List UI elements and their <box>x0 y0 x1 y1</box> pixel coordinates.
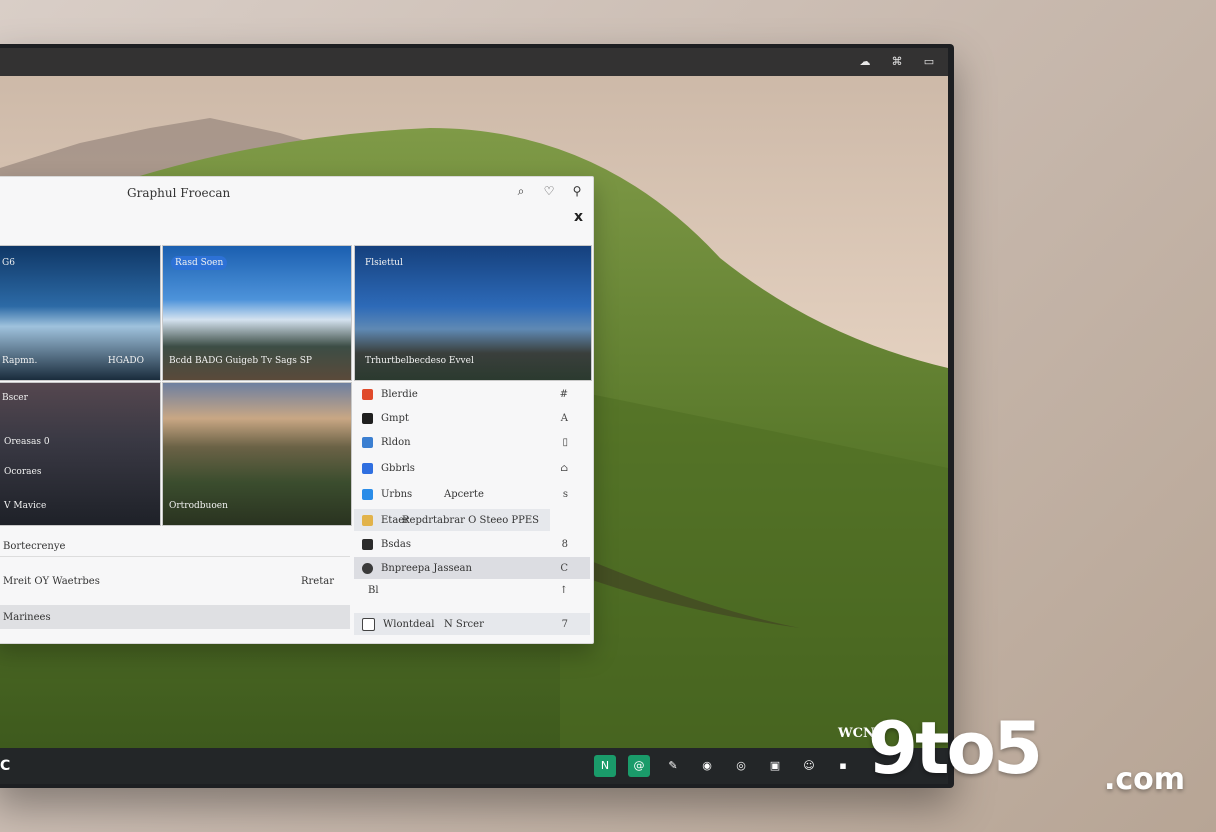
app-icon <box>362 388 373 400</box>
list-item[interactable]: Bnpreepa Jassean C <box>354 557 590 579</box>
window-title: Graphul Froecan <box>127 186 231 200</box>
list-item-label: Blerdie <box>381 388 418 400</box>
list-item-action-icon[interactable]: s <box>563 489 568 500</box>
taskbar-app-window-icon[interactable]: ▣ <box>764 755 786 777</box>
list-item[interactable]: Gbbrls ⌂ <box>354 457 590 479</box>
tile-caption: Bcdd BADG Guigeb Tv Sags SP <box>169 356 312 366</box>
tile-label: Bscer <box>2 393 28 403</box>
taskbar-app-smile-icon[interactable]: ☺ <box>798 755 820 777</box>
list-item[interactable]: Bortecrenye <box>0 537 350 557</box>
top-menu-bar: ☁ ⌘ ▭ <box>0 48 948 76</box>
list-item-label: Urbns <box>381 488 413 500</box>
tile-label: Rasd Soen <box>171 256 228 270</box>
list-item-label: Rldon <box>381 436 411 448</box>
start-button[interactable]: C <box>0 758 10 774</box>
heart-icon[interactable]: ♡ <box>541 183 557 199</box>
tile-row: Ocoraes <box>4 467 42 477</box>
list-item[interactable]: Etaer Repdrtabrar O Steeo PPES <box>354 509 550 531</box>
app-icon <box>362 412 373 424</box>
list-item[interactable]: Marinees <box>0 605 350 629</box>
list-item-action-icon[interactable]: ⌂ <box>560 463 568 474</box>
network-icon[interactable]: ⌘ <box>890 55 904 69</box>
list-item-label: Gbbrls <box>381 462 415 474</box>
list-item[interactable]: Mreit OY Waetrbes Rretar <box>0 567 350 595</box>
app-list: Blerdie # Gmpt A Rldon ▯ Gbbrls ⌂ Urbns … <box>354 383 590 639</box>
taskbar-app-circle-icon[interactable]: ◉ <box>696 755 718 777</box>
photo-tile-5[interactable]: Ortrodbuoen <box>162 382 352 526</box>
tile-caption: Rapmn. <box>2 356 38 366</box>
watermark-suffix: .com <box>1104 762 1186 797</box>
taskbar-app-square-icon[interactable]: ▪ <box>832 755 854 777</box>
taskbar: C N @ ✎ ◉ ◎ ▣ ☺ ▪ <box>0 748 948 784</box>
tile-caption: Trhurtbelbecdeso Evvel <box>365 356 474 366</box>
app-icon <box>362 538 373 550</box>
list-item-label: Bortecrenye <box>3 541 66 552</box>
list-item-detail: Repdrtabrar O Steeo PPES <box>402 514 540 526</box>
list-item-action-icon[interactable]: ▯ <box>562 437 568 448</box>
app-window: Graphul Froecan ⌕ ♡ ⚲ x G6 Rapmn. HGADO … <box>0 176 594 644</box>
app-icon <box>362 562 373 574</box>
app-icon <box>362 462 373 474</box>
app-icon <box>362 488 373 500</box>
list-item-action-icon[interactable]: ↑ <box>560 585 568 596</box>
tile-caption-right: HGADO <box>107 356 144 366</box>
tile-caption: Ortrodbuoen <box>169 501 228 511</box>
watermark-text: 9to5 <box>868 706 1043 790</box>
list-item[interactable]: Wlontdeal N Srcer 7 <box>354 613 590 635</box>
tile-row: Oreasas 0 <box>4 437 50 447</box>
cloud-icon[interactable]: ☁ <box>858 55 872 69</box>
list-item-label: Wlontdeal <box>383 618 435 630</box>
battery-icon[interactable]: ▭ <box>922 55 936 69</box>
list-item-action-icon[interactable]: 8 <box>562 539 568 550</box>
taskbar-app-ring-icon[interactable]: ◎ <box>730 755 752 777</box>
list-item-label: Marinees <box>3 611 51 623</box>
tile-label: G6 <box>2 258 15 268</box>
taskbar-apps: N @ ✎ ◉ ◎ ▣ ☺ ▪ <box>594 755 854 777</box>
list-item-action-icon[interactable]: 7 <box>562 619 568 630</box>
photo-tile-3[interactable]: Flsiettul Trhurtbelbecdeso Evvel <box>354 245 592 381</box>
list-item[interactable]: Urbns Apcerte s <box>354 483 590 505</box>
list-item-action-icon[interactable]: A <box>561 413 568 424</box>
app-icon <box>362 514 373 526</box>
list-item-label: Bsdas <box>381 538 411 550</box>
tile-label: Flsiettul <box>365 258 403 268</box>
app-icon <box>362 436 373 448</box>
list-item-label: Mreit OY Waetrbes <box>3 575 100 587</box>
list-item-detail: Apcerte <box>444 488 484 500</box>
taskbar-app-notes-icon[interactable]: N <box>594 755 616 777</box>
search-icon[interactable]: ⌕ <box>513 183 529 199</box>
location-icon[interactable]: ⚲ <box>569 183 585 199</box>
app-icon <box>362 617 375 631</box>
photo-tile-4[interactable]: Bscer Oreasas 0 Ocoraes V Mavice <box>0 382 161 526</box>
photo-tile-2[interactable]: Rasd Soen Bcdd BADG Guigeb Tv Sags SP <box>162 245 352 381</box>
window-toolbar: ⌕ ♡ ⚲ <box>513 183 585 199</box>
photo-tile-1[interactable]: G6 Rapmn. HGADO <box>0 245 161 381</box>
taskbar-app-edit-icon[interactable]: ✎ <box>662 755 684 777</box>
list-item[interactable]: Bsdas 8 <box>354 533 590 555</box>
list-item-label: Gmpt <box>381 412 409 424</box>
tile-row: V Mavice <box>4 501 47 511</box>
list-item-action-icon[interactable]: # <box>560 389 568 400</box>
list-item-label: Bnpreepa Jassean <box>381 562 472 574</box>
list-item-detail: Rretar <box>301 575 334 587</box>
close-icon[interactable]: x <box>574 209 583 225</box>
list-item[interactable]: Gmpt A <box>354 407 590 429</box>
list-item-label: Bl <box>368 584 379 596</box>
9to5-watermark-logo: 9to5 .com <box>868 702 1198 802</box>
list-item[interactable]: Rldon ▯ <box>354 431 590 453</box>
list-item-detail: N Srcer <box>444 618 484 630</box>
taskbar-app-at-icon[interactable]: @ <box>628 755 650 777</box>
list-item-action-icon[interactable]: C <box>560 563 568 574</box>
list-item[interactable]: Blerdie # <box>354 383 590 405</box>
list-item[interactable]: Bl ↑ <box>354 579 590 601</box>
